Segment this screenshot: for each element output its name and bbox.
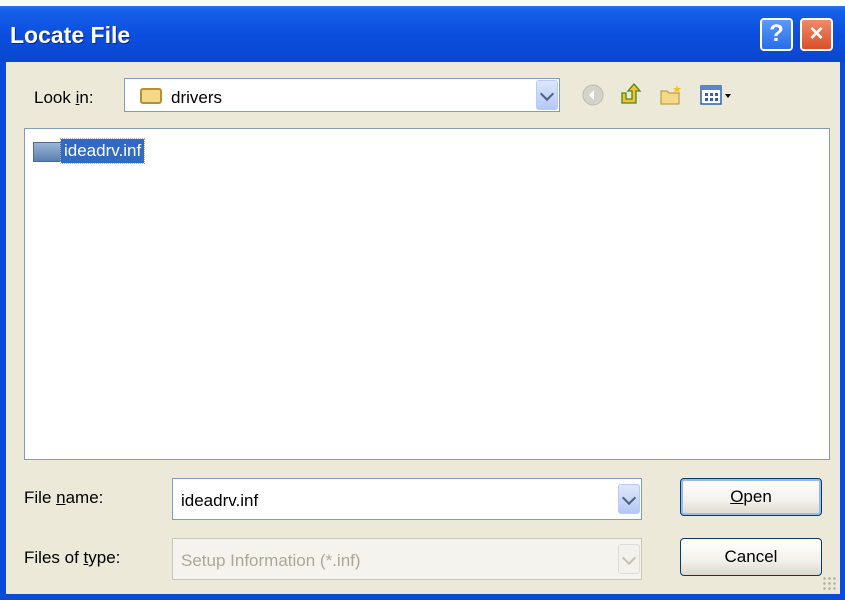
cancel-button[interactable]: Cancel xyxy=(680,538,822,576)
files-of-type-value: Setup Information (*.inf) xyxy=(181,551,361,570)
views-menu-icon[interactable] xyxy=(699,83,735,107)
open-button[interactable]: Open xyxy=(680,478,822,516)
look-in-dropdown-button[interactable] xyxy=(536,80,558,110)
resize-grip[interactable] xyxy=(822,576,836,590)
new-folder-icon[interactable] xyxy=(659,83,683,107)
files-of-type-label: Files of type: xyxy=(24,548,121,567)
files-of-type-combo: Setup Information (*.inf) xyxy=(172,538,642,580)
close-button[interactable]: × xyxy=(800,18,833,51)
inf-file-icon xyxy=(33,142,61,162)
file-list[interactable]: ideadrv.inf xyxy=(24,128,830,460)
look-in-label: Look in: xyxy=(34,88,94,107)
look-in-combo[interactable]: drivers xyxy=(124,78,560,112)
file-item-name: ideadrv.inf xyxy=(59,138,146,164)
file-name-dropdown-button[interactable] xyxy=(618,484,640,514)
dialog-title: Locate File xyxy=(10,22,131,48)
back-icon[interactable] xyxy=(581,83,605,107)
up-folder-icon[interactable] xyxy=(618,81,642,105)
look-in-value: drivers xyxy=(171,88,223,107)
locate-file-dialog: Locate File ? × Look in: drivers ideadrv… xyxy=(0,0,845,600)
dialog-body: Look in: drivers ideadrv.inf File name: … xyxy=(6,62,840,594)
screen-strip xyxy=(0,0,845,6)
file-name-label: File name: xyxy=(24,488,104,507)
files-of-type-dropdown-button xyxy=(618,544,640,574)
folder-icon xyxy=(140,88,162,104)
title-bar[interactable]: Locate File ? × xyxy=(0,0,845,62)
help-button[interactable]: ? xyxy=(760,18,793,51)
file-name-combo[interactable]: ideadrv.inf xyxy=(172,478,642,520)
file-name-value: ideadrv.inf xyxy=(181,491,259,510)
